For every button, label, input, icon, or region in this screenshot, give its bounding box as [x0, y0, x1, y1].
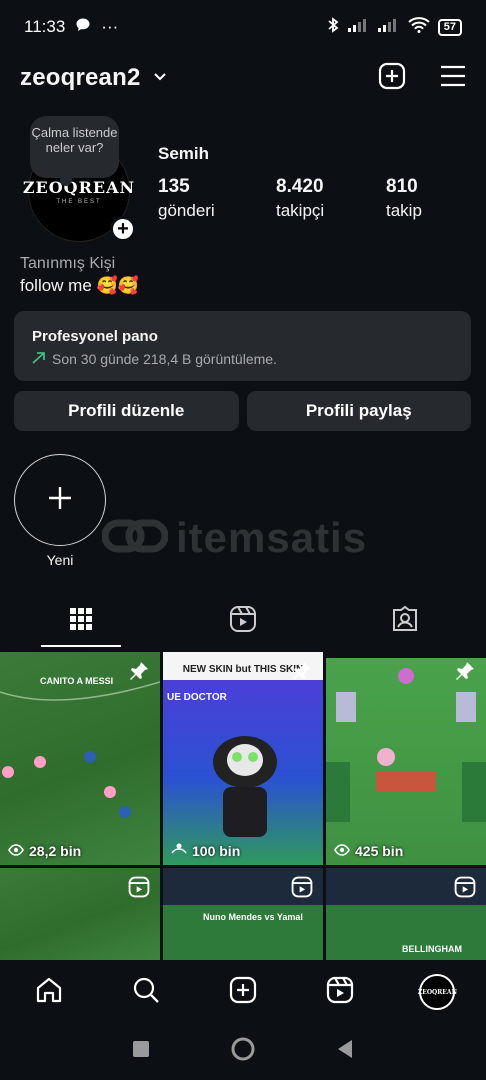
profile-tabs [0, 596, 486, 646]
dashboard-title: Profesyonel pano [32, 328, 158, 345]
watermark-text: itemsatis [176, 514, 368, 561]
post-caption: CANITO A MESSI [40, 676, 114, 686]
avatar-logo-subtext: THE BEST [56, 198, 102, 205]
view-count-value: 425 bin [355, 843, 404, 859]
profile-actions: Profili düzenle Profili paylaş [14, 391, 471, 431]
post-tile[interactable]: CANITO A MESSI 28,2 bin [0, 652, 160, 865]
dashboard-subtitle-row: Son 30 günde 218,4 B görüntüleme. [32, 351, 453, 367]
stat-followers-value: 8.420 [276, 176, 324, 197]
nav-reels[interactable] [292, 976, 389, 1009]
profile-stats: 135 gönderi 8.420 takipçi 810 takip [158, 176, 458, 221]
post-caption: BELLINGHAM [402, 944, 462, 954]
post-caption: Nuno Mendes vs Yamal [203, 912, 303, 922]
stat-followers[interactable]: 8.420 takipçi [276, 176, 386, 221]
grid-icon [69, 607, 93, 636]
view-count: 28,2 bin [8, 843, 81, 859]
reels-icon [326, 976, 354, 1009]
eye-icon [8, 843, 24, 859]
post-tile[interactable]: NEW SKIN but THIS SKIN UE DOCTOR 100 bin [163, 652, 323, 865]
profile-category: Tanınmış Kişi [20, 255, 116, 272]
stat-following-value: 810 [386, 176, 418, 197]
display-name: Semih [158, 144, 210, 163]
tab-tagged[interactable] [324, 596, 486, 646]
reel-icon [454, 876, 476, 903]
pin-icon [128, 660, 150, 687]
reel-icon [291, 876, 313, 903]
new-highlight-label: Yeni [46, 552, 74, 568]
tab-reels[interactable] [162, 596, 324, 646]
professional-dashboard[interactable]: Profesyonel pano Son 30 günde 218,4 B gö… [14, 311, 471, 381]
chat-icon [75, 17, 91, 38]
bluetooth-icon [326, 16, 340, 39]
reel-icon [128, 876, 150, 903]
add-story-icon[interactable]: + [110, 216, 136, 242]
home-icon [35, 976, 63, 1009]
new-highlight-circle [14, 454, 106, 546]
eye-icon [334, 843, 350, 859]
stat-posts-value: 135 [158, 176, 190, 197]
bottom-navigation: ZEOQREAN [0, 962, 486, 1022]
trending-up-icon [32, 351, 46, 367]
pin-icon [454, 660, 476, 687]
dashboard-subtitle: Son 30 günde 218,4 B görüntüleme. [52, 351, 277, 367]
chevron-down-icon[interactable] [153, 69, 167, 87]
battery-icon: 57 [437, 18, 462, 36]
create-post-icon[interactable] [378, 62, 406, 95]
share-profile-button[interactable]: Profili paylaş [246, 391, 471, 431]
status-time: 11:33 [24, 17, 66, 36]
stat-posts[interactable]: 135 gönderi [158, 176, 276, 221]
more-notifications-icon: ··· [101, 17, 119, 36]
search-icon [132, 976, 160, 1009]
profile-bio: follow me 🥰🥰 [20, 276, 139, 295]
nav-create[interactable] [194, 976, 291, 1009]
posts-grid: CANITO A MESSI 28,2 bin NEW SKIN but THI… [0, 652, 486, 960]
tagged-icon [391, 605, 419, 638]
recent-apps-icon[interactable] [132, 1040, 150, 1063]
username-switcher[interactable]: zeoqrean2 [20, 64, 141, 92]
post-tile[interactable] [0, 868, 160, 960]
view-count: 100 bin [171, 842, 240, 859]
stat-followers-label: takipçi [276, 201, 325, 220]
back-icon[interactable] [336, 1039, 354, 1064]
avatar-logo-text: ZEOQREAN [22, 177, 136, 197]
active-tab-indicator [41, 645, 121, 647]
new-highlight[interactable]: Yeni [14, 454, 106, 568]
signal-icon [347, 17, 370, 37]
nav-home[interactable] [0, 976, 97, 1009]
reels-icon [229, 605, 257, 638]
post-tile[interactable]: Nuno Mendes vs Yamal [163, 868, 323, 960]
pin-icon [291, 660, 313, 687]
stat-following-label: takip [386, 201, 422, 220]
status-bar: 11:33 ··· 57 [0, 0, 486, 54]
watermark: itemsatis [101, 514, 368, 562]
home-button-icon[interactable] [230, 1036, 256, 1067]
menu-icon[interactable] [440, 65, 466, 92]
watermark-logo-icon [101, 515, 169, 562]
view-count-value: 100 bin [192, 842, 241, 859]
plus-icon [47, 485, 73, 516]
stat-posts-label: gönderi [158, 201, 215, 220]
view-count: 425 bin [334, 843, 403, 859]
post-tile[interactable]: BELLINGHAM [326, 868, 486, 960]
note-bubble[interactable]: Çalma listende neler var? [30, 116, 119, 186]
system-navigation [0, 1022, 486, 1080]
signal-2-icon [377, 17, 400, 37]
add-post-icon [229, 976, 257, 1009]
tab-posts-grid[interactable] [0, 596, 162, 646]
post-tile[interactable]: 425 bin [326, 652, 486, 865]
edit-profile-button[interactable]: Profili düzenle [14, 391, 239, 431]
stat-following[interactable]: 810 takip [386, 176, 422, 221]
view-count-value: 28,2 bin [29, 843, 82, 859]
nav-profile[interactable]: ZEOQREAN [389, 974, 486, 1010]
reels-small-icon [171, 842, 187, 859]
profile-header: zeoqrean2 [0, 56, 486, 100]
wifi-icon [408, 16, 430, 38]
profile-avatar-icon: ZEOQREAN [418, 974, 457, 1010]
nav-search[interactable] [97, 976, 194, 1009]
